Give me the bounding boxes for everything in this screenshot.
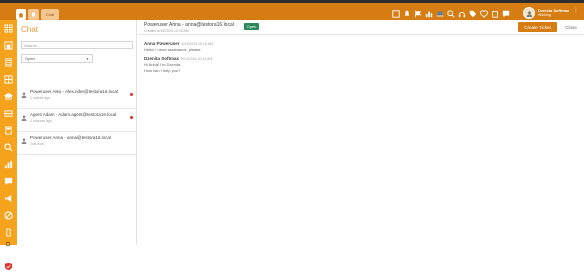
close-button[interactable]: Close [561, 22, 581, 32]
list-item[interactable]: Poweruser Anna - anna@testora16.local Ju… [17, 132, 136, 155]
message-list: Anna Poweruser 6/13/2024 10:15 AM Hello! … [144, 41, 213, 77]
chevron-down-icon: ▼ [86, 56, 89, 61]
conversation-subtitle: Created 6/13/2024 10:15 AM [144, 29, 189, 33]
conversation-pane: Poweruser Anna - anna@testora16.local Cr… [138, 20, 584, 245]
message: Anna Poweruser 6/13/2024 10:15 AM Hello! … [144, 41, 213, 52]
message-time: 6/13/2024 10:15 AM [181, 57, 213, 61]
home-icon [18, 12, 24, 17]
clipboard-icon[interactable] [490, 9, 499, 18]
list-item[interactable]: Poweruser Alex - Alex.rider@testora16.lo… [17, 86, 136, 109]
sidebar [0, 20, 17, 271]
message-text: Hello! I need assistance, please. [144, 47, 202, 52]
document-icon [32, 12, 35, 17]
list-item-title: Poweruser Alex - Alex.rider@testora16.lo… [30, 89, 118, 94]
top-toolbar [391, 9, 510, 18]
status-filter-value: Open [25, 56, 35, 61]
grid-icon[interactable] [0, 71, 17, 88]
status-filter-select[interactable]: Open ▼ [21, 54, 93, 63]
graduation-icon[interactable] [0, 88, 17, 105]
unread-indicator [130, 116, 133, 119]
home-icon[interactable] [0, 37, 17, 54]
tab-second[interactable] [28, 9, 39, 20]
apps-icon[interactable] [0, 20, 17, 37]
list-icon[interactable] [0, 54, 17, 71]
unread-indicator [130, 93, 133, 96]
conversation-title: Poweruser Anna - anna@testora16.local [144, 22, 234, 28]
ban-icon[interactable] [0, 207, 17, 224]
list-item-title: Agent Adam - Adam.agent@testora16.local [30, 112, 117, 117]
message-author: Anna Poweruser [144, 41, 180, 46]
heart-icon[interactable] [479, 9, 488, 18]
more-menu-icon[interactable]: ⋮ [573, 8, 579, 19]
list-item-time: 2 minutes ago [30, 119, 52, 123]
create-ticket-button[interactable]: Create Ticket [518, 22, 557, 32]
user-icon [21, 92, 27, 98]
laptop-icon[interactable] [435, 9, 444, 18]
user-icon [21, 138, 27, 144]
chat-icon[interactable] [501, 9, 510, 18]
list-item-time: 1 minute ago [30, 96, 51, 100]
calculator-icon[interactable] [0, 122, 17, 139]
message-author: Dzenita Softmax [144, 56, 180, 61]
chat-list-panel: Chat Search... Open ▼ Poweruser Alex - A… [17, 20, 137, 245]
tab-strip: Chat [16, 9, 59, 20]
shield-icon[interactable] [0, 258, 17, 275]
avatar [523, 7, 535, 19]
user-icon [526, 10, 532, 17]
message-time: 6/13/2024 10:15 AM [181, 42, 213, 46]
megaphone-icon[interactable] [0, 190, 17, 207]
tab-chat-label: Chat [45, 12, 55, 17]
gear-icon[interactable] [5, 234, 13, 247]
user-status: Working [538, 13, 551, 17]
bar-chart-icon[interactable] [0, 156, 17, 173]
comment-icon[interactable] [0, 173, 17, 190]
flag-icon[interactable] [413, 9, 422, 18]
message-text: How can I help you? [144, 68, 181, 73]
list-item-time: Just now [30, 142, 44, 146]
dashboard-icon[interactable] [391, 9, 400, 18]
message: Dzenita Softmax 6/13/2024 10:15 AM Hi Ann… [144, 56, 213, 73]
chat-list: Poweruser Alex - Alex.rider@testora16.lo… [17, 86, 136, 155]
tab-chat[interactable]: Chat [41, 9, 59, 20]
search-icon[interactable] [446, 9, 455, 18]
chart-icon[interactable] [424, 9, 433, 18]
user-icon [21, 115, 27, 121]
message-text: Hi Anna! I'm Dzenita. [144, 62, 182, 67]
status-badge: Open [244, 23, 259, 30]
page-title: Chat [21, 25, 38, 34]
tab-home[interactable] [16, 9, 26, 20]
user-menu[interactable]: Dzenita Softmax Working [523, 7, 569, 19]
headset-icon[interactable] [457, 9, 466, 18]
search-input[interactable]: Search... [21, 41, 133, 49]
inbox-icon[interactable] [0, 105, 17, 122]
list-item[interactable]: Agent Adam - Adam.agent@testora16.local … [17, 109, 136, 132]
search-icon[interactable] [0, 139, 17, 156]
conversation-header: Poweruser Anna - anna@testora16.local Cr… [138, 20, 584, 35]
list-item-title: Poweruser Anna - anna@testora16.local [30, 135, 111, 140]
tag-icon[interactable] [468, 9, 477, 18]
bell-icon[interactable] [402, 9, 411, 18]
top-bar: Chat Dzenita Softmax Working ⋮ [0, 0, 584, 20]
